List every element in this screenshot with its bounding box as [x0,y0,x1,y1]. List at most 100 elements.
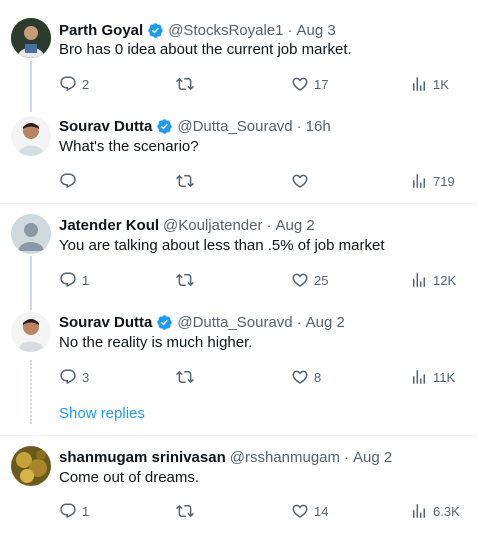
timestamp[interactable]: Aug 3 [296,22,335,39]
avatar-photo [11,446,51,486]
tweet-text: You are talking about less than .5% of j… [59,237,385,254]
separator-dot: · [344,448,350,466]
user-handle[interactable]: @StocksRoyale1 [168,22,283,39]
reply-count: 1 [82,272,90,288]
default-avatar-icon [11,214,51,254]
like-button[interactable]: 8 [291,367,321,387]
like-icon [291,75,309,93]
avatar[interactable] [11,446,51,486]
reply-button[interactable]: 3 [59,367,89,387]
retweet-button[interactable] [176,270,194,290]
reply-icon [59,502,77,520]
reply-button[interactable]: 2 [59,74,89,94]
tweet-text: Bro has 0 idea about the current job mar… [59,41,352,58]
like-count: 14 [314,503,329,519]
show-replies-link[interactable]: Show replies [59,405,145,422]
reply-count: 1 [82,503,90,519]
avatar-photo [11,116,51,156]
display-name[interactable]: Parth Goyal [59,22,143,39]
tweet-text: No the reality is much higher. [59,334,253,351]
timestamp[interactable]: 16h [306,118,331,135]
tweet-header: Sourav Dutta @Dutta_Souravd · 16h [59,116,331,136]
separator-dot: · [287,21,293,39]
views-button[interactable]: 12K [410,270,456,290]
views-icon [410,368,428,386]
tweet-actions: 3 8 11K [59,367,463,387]
separator-dot: · [296,313,302,331]
user-handle[interactable]: @Dutta_Souravd [177,118,292,135]
timestamp[interactable]: Aug 2 [276,217,315,234]
user-handle[interactable]: @rsshanmugam [230,449,340,466]
tweet-actions: 2 17 1K [59,74,463,94]
views-count: 12K [433,272,457,288]
views-button[interactable]: 6.3K [410,501,460,521]
retweet-button[interactable] [176,171,194,191]
views-button[interactable]: 1K [410,74,449,94]
like-icon [291,502,309,520]
like-button[interactable]: 14 [291,501,328,521]
reply-icon [59,368,77,386]
avatar[interactable] [11,18,51,58]
thread-line [30,61,32,112]
reply-button[interactable]: 1 [59,501,89,521]
views-icon [410,271,428,289]
like-icon [291,271,309,289]
avatar[interactable] [11,214,51,254]
retweet-button[interactable] [176,501,194,521]
like-icon [291,368,309,386]
views-icon [410,75,428,93]
retweet-icon [176,271,194,289]
tweet-header: shanmugam srinivasan @rsshanmugam · Aug … [59,447,392,467]
verified-badge-icon [156,314,173,331]
views-button[interactable]: 719 [410,171,455,191]
retweet-icon [176,172,194,190]
display-name[interactable]: Sourav Dutta [59,118,152,135]
like-icon [291,172,309,190]
tweet-header: Jatender Koul @Kouljatender · Aug 2 [59,215,315,235]
separator [0,203,477,204]
avatar-photo [11,312,51,352]
reply-icon [59,75,77,93]
retweet-button[interactable] [176,367,194,387]
tweet-text: Come out of dreams. [59,469,200,486]
views-count: 719 [433,173,455,189]
thread-line [30,256,32,310]
retweet-button[interactable] [176,74,194,94]
avatar[interactable] [11,312,51,352]
tweet-actions: 1 25 12K [59,270,463,290]
views-button[interactable]: 11K [410,367,455,387]
user-handle[interactable]: @Dutta_Souravd [177,314,292,331]
tweet-header: Parth Goyal @StocksRoyale1 · Aug 3 [59,20,336,40]
retweet-icon [176,368,194,386]
reply-count: 2 [82,76,90,92]
like-button[interactable]: 25 [291,270,328,290]
like-button[interactable]: 17 [291,74,328,94]
display-name[interactable]: Jatender Koul [59,217,159,234]
display-name[interactable]: shanmugam srinivasan [59,449,226,466]
tweet-actions: 1 14 6.3K [59,501,463,521]
reply-button[interactable]: 1 [59,270,89,290]
reply-count: 3 [82,369,90,385]
retweet-icon [176,502,194,520]
views-count: 1K [433,76,449,92]
avatar[interactable] [11,116,51,156]
like-count: 8 [314,369,322,385]
thread-line-dotted [30,360,32,424]
separator [0,435,477,436]
timestamp[interactable]: Aug 2 [306,314,345,331]
views-count: 11K [433,369,456,385]
reply-button[interactable] [59,171,82,191]
user-handle[interactable]: @Kouljatender [163,217,262,234]
tweet-actions: 719 [59,171,463,191]
views-icon [410,502,428,520]
separator-dot: · [266,216,272,234]
tweet-text: What's the scenario? [59,138,199,155]
like-count: 17 [314,76,329,92]
reply-icon [59,172,77,190]
display-name[interactable]: Sourav Dutta [59,314,152,331]
like-button[interactable] [291,171,314,191]
verified-badge-icon [147,22,164,39]
views-count: 6.3K [433,503,460,519]
avatar-photo [11,18,51,58]
timestamp[interactable]: Aug 2 [353,449,392,466]
